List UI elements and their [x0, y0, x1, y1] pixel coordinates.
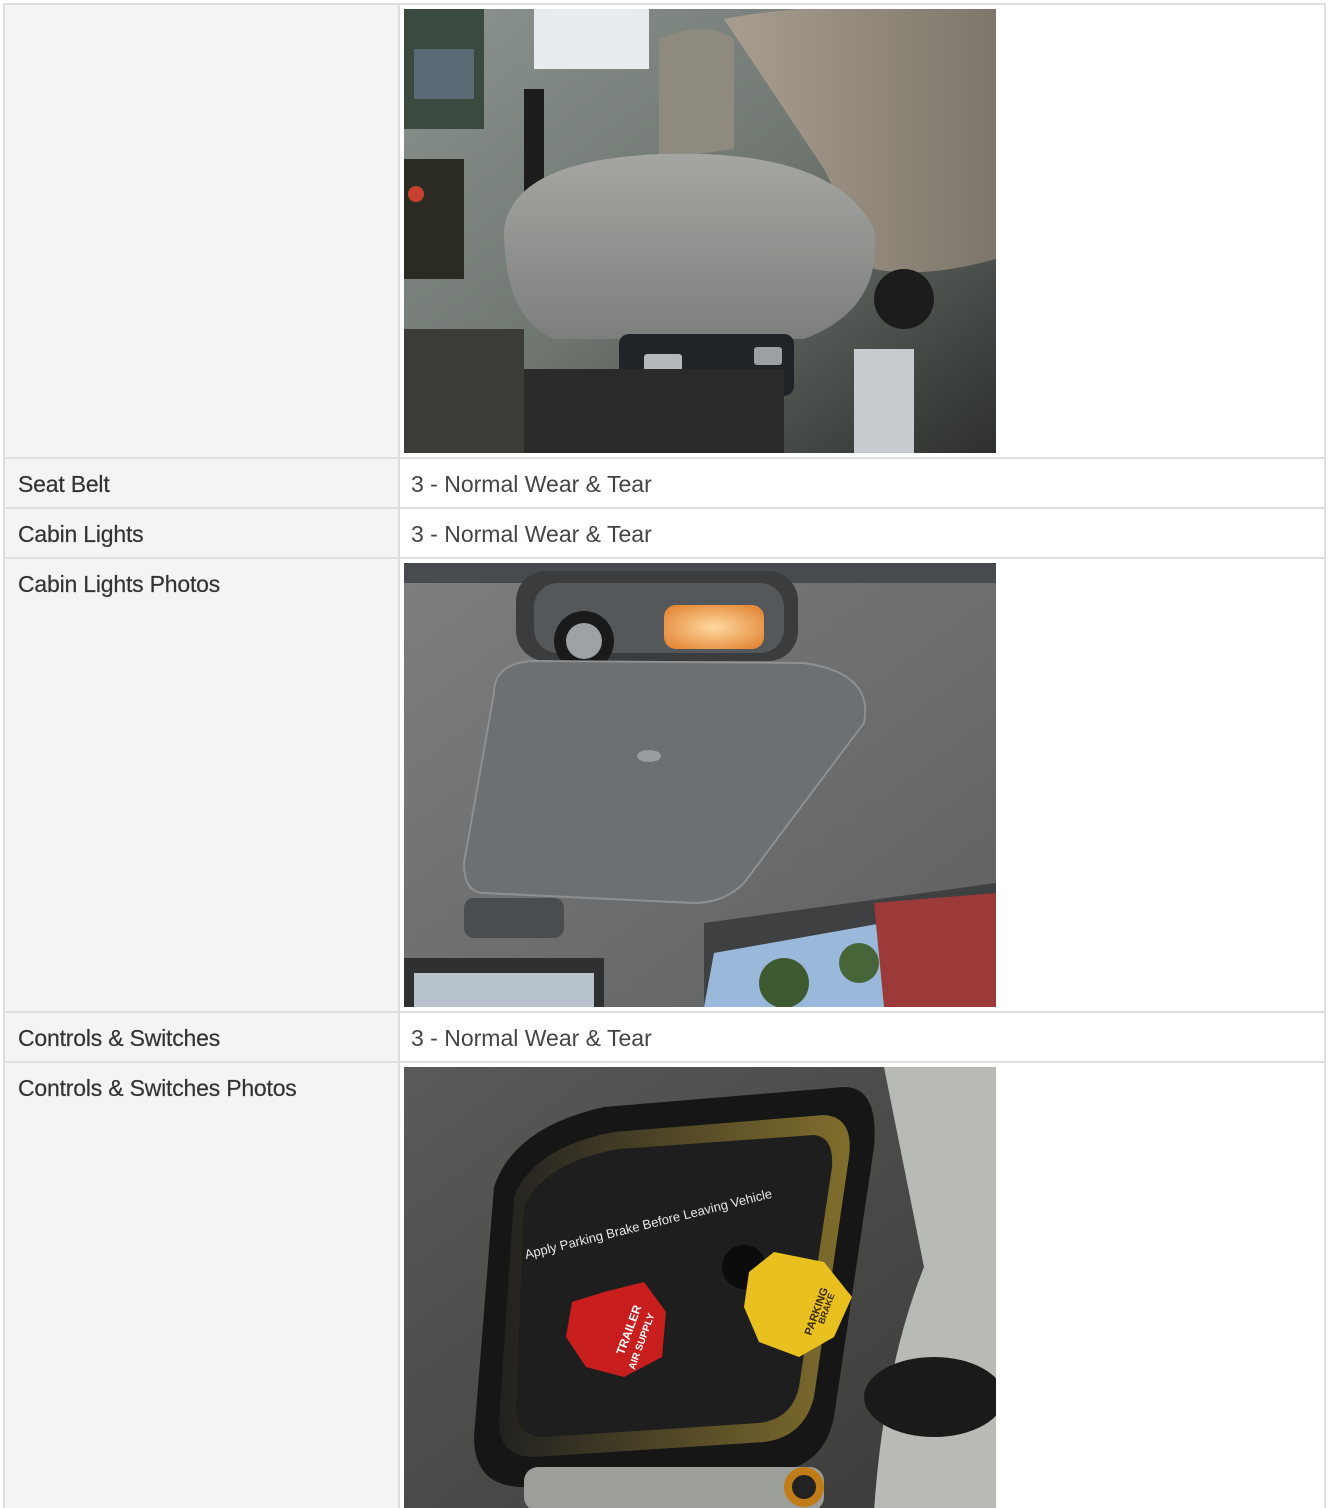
row-value: 3 - Normal Wear & Tear	[398, 507, 1326, 559]
table-row: Cabin Lights 3 - Normal Wear & Tear	[3, 507, 1326, 559]
row-label: Cabin Lights Photos	[3, 557, 400, 1013]
row-photo-cell	[398, 3, 1326, 459]
table-row: Controls & Switches 3 - Normal Wear & Te…	[3, 1011, 1326, 1063]
row-label: Cabin Lights	[3, 507, 400, 559]
controls-switches-photo[interactable]: Apply Parking Brake Before Leaving Vehic…	[404, 1067, 996, 1508]
inspection-table: Seat Belt 3 - Normal Wear & Tear Cabin L…	[3, 3, 1326, 1508]
row-value: 3 - Normal Wear & Tear	[398, 1011, 1326, 1063]
row-label: Controls & Switches	[3, 1011, 400, 1063]
seat-photo[interactable]	[404, 9, 996, 453]
row-label: Controls & Switches Photos	[3, 1061, 400, 1508]
row-label: Seat Belt	[3, 457, 400, 509]
table-row: Seat Belt 3 - Normal Wear & Tear	[3, 457, 1326, 509]
table-row: Cabin Lights Photos	[3, 557, 1326, 1013]
table-row	[3, 3, 1326, 459]
row-value: 3 - Normal Wear & Tear	[398, 457, 1326, 509]
table-row: Controls & Switches Photos Apply Parking…	[3, 1061, 1326, 1508]
cabin-lights-photo[interactable]	[404, 563, 996, 1007]
row-photo-cell: Apply Parking Brake Before Leaving Vehic…	[398, 1061, 1326, 1508]
row-photo-cell	[398, 557, 1326, 1013]
inspection-report-page: Seat Belt 3 - Normal Wear & Tear Cabin L…	[0, 0, 1328, 1508]
row-label	[3, 3, 400, 459]
